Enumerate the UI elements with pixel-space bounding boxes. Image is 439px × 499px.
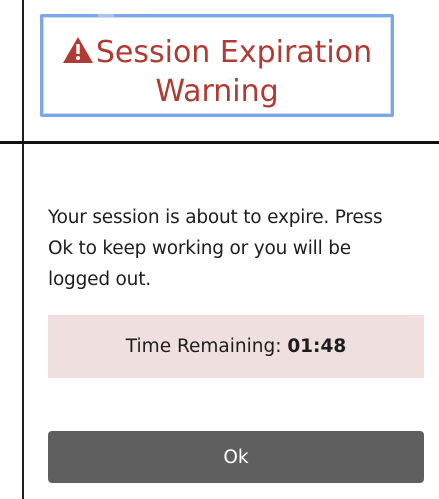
header-corner-mark [98,14,114,17]
time-remaining-label: Time Remaining: [125,336,282,357]
ok-button[interactable]: Ok [48,431,424,483]
session-expiration-dialog: Session Expiration Warning Your session … [0,0,439,499]
dialog-title-row: Session Expiration Warning [43,33,391,111]
time-remaining-row: Time Remaining: 01:48 [48,336,424,358]
left-border-line [22,0,24,499]
dialog-header: Session Expiration Warning [40,14,394,117]
header-divider [0,141,439,144]
session-message: Your session is about to expire. Press O… [48,207,383,290]
dialog-title: Session Expiration Warning [95,35,373,109]
warning-triangle-icon [62,35,94,63]
time-remaining-value: 01:48 [287,336,347,357]
time-remaining-box: Time Remaining: 01:48 [48,315,424,378]
